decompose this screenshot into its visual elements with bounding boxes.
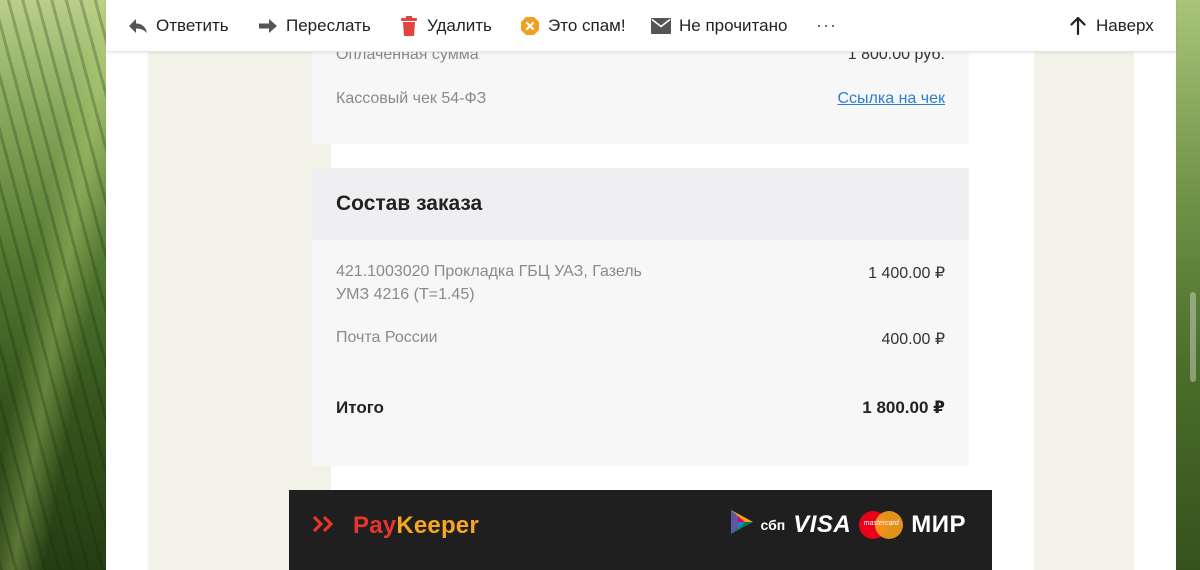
mir-logo: МИР xyxy=(911,510,966,538)
paykeeper-logo: Pay Keeper xyxy=(312,512,479,540)
receipt-link[interactable]: Ссылка на чек xyxy=(838,90,946,108)
forward-arrow-icon xyxy=(258,16,278,36)
order-header: Состав заказа xyxy=(312,168,969,240)
arrow-up-icon xyxy=(1068,16,1088,36)
scroll-to-top-button[interactable]: Наверх xyxy=(1068,0,1154,52)
reply-label: Ответить xyxy=(156,15,229,35)
sbp-logo-text: сбп xyxy=(760,516,786,533)
trash-icon xyxy=(399,15,419,36)
scroll-to-top-label: Наверх xyxy=(1096,15,1154,35)
background-left xyxy=(0,0,106,570)
envelope-icon xyxy=(651,16,671,36)
forward-button[interactable]: Переслать xyxy=(258,0,371,52)
order-title: Состав заказа xyxy=(336,192,483,215)
order-item-name-line1: Почта России xyxy=(336,329,438,346)
order-item-price: 1 400.00 ₽ xyxy=(868,265,945,282)
spam-button[interactable]: Это спам! xyxy=(520,0,626,52)
more-actions-button[interactable]: ··· xyxy=(816,0,837,52)
total-value: 1 800.00 ₽ xyxy=(862,398,945,417)
forward-label: Переслать xyxy=(286,15,371,35)
delete-label: Удалить xyxy=(427,15,492,35)
paykeeper-footer: Pay Keeper сбп VISA mastercard МИР xyxy=(289,490,992,570)
spam-label: Это спам! xyxy=(548,15,626,35)
paykeeper-brand-keeper: Keeper xyxy=(396,512,479,539)
reply-button[interactable]: Ответить xyxy=(128,0,229,52)
order-item-name-line2: УМЗ 4216 (Т=1.45) xyxy=(336,286,475,303)
delete-button[interactable]: Удалить xyxy=(399,0,492,52)
order-item-name-line1: 421.1003020 Прокладка ГБЦ УАЗ, Газель xyxy=(336,263,642,280)
visa-logo: VISA xyxy=(793,510,852,538)
payment-logos: сбп VISA mastercard МИР xyxy=(730,510,966,539)
scrollbar-thumb[interactable] xyxy=(1190,292,1196,382)
order-item-price: 400.00 ₽ xyxy=(881,331,945,348)
mastercard-logo-text: mastercard xyxy=(863,519,899,527)
mark-unread-button[interactable]: Не прочитано xyxy=(651,0,787,52)
mastercard-logo: mastercard xyxy=(859,510,904,539)
paykeeper-brand-pay: Pay xyxy=(353,512,397,539)
payment-info-card: Оплаченная сумма 1 800.00 руб. Кассовый … xyxy=(312,40,969,144)
spam-icon xyxy=(520,16,540,36)
mail-toolbar: Ответить Переслать Удалить Это спам! Не … xyxy=(106,0,1176,52)
reply-icon xyxy=(128,16,148,36)
paykeeper-arrows-icon xyxy=(312,513,343,539)
mark-unread-label: Не прочитано xyxy=(679,15,788,35)
more-dots-icon: ··· xyxy=(816,15,837,35)
receipt-label: Кассовый чек 54-ФЗ xyxy=(336,90,487,107)
order-items-card: 421.1003020 Прокладка ГБЦ УАЗ, Газель УМ… xyxy=(312,240,969,466)
sbp-logo-icon xyxy=(730,510,753,539)
total-label: Итого xyxy=(336,398,384,417)
background-right xyxy=(1176,0,1200,570)
